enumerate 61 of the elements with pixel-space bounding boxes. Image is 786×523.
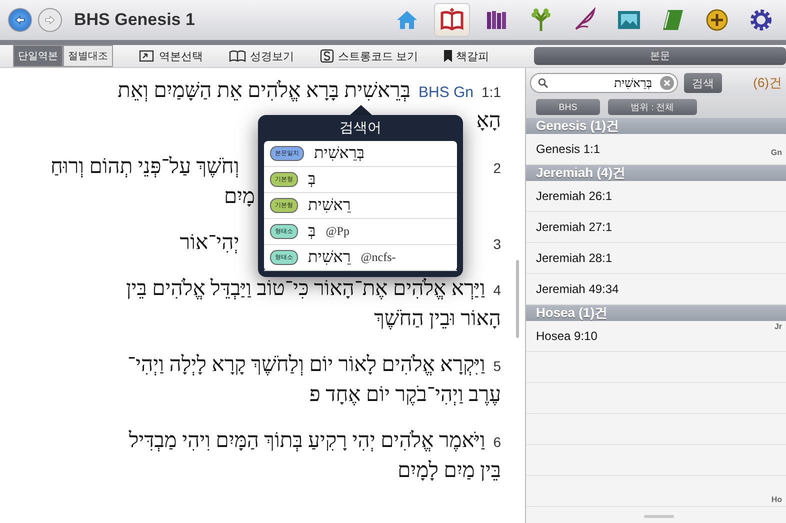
verse-text: הָאָ bbox=[476, 108, 501, 133]
open-book-icon[interactable] bbox=[434, 3, 470, 37]
open-book-icon bbox=[229, 50, 246, 62]
section-index-letter[interactable]: Ho bbox=[771, 495, 782, 504]
section-header: Genesis (1)건 bbox=[526, 118, 786, 134]
verse-reference: BHS Gn bbox=[418, 84, 474, 101]
morph-code: @ncfs- bbox=[360, 250, 396, 265]
bible-action-button[interactable]: 성경보기 bbox=[229, 48, 294, 64]
morph-code: @Pp bbox=[326, 224, 350, 239]
text-tab-button[interactable]: 본문 bbox=[534, 47, 786, 65]
s-letter-icon bbox=[320, 49, 334, 63]
verse-number: 3 bbox=[493, 236, 501, 252]
hebrew-term: בְּ bbox=[308, 222, 316, 240]
bookmark-action-button[interactable]: 책갈피 bbox=[444, 48, 490, 64]
result-row[interactable]: Jeremiah 26:1 bbox=[526, 181, 786, 212]
search-box[interactable]: בְּרֵאשִׁית bbox=[530, 73, 678, 93]
search-button[interactable]: 검색 bbox=[684, 73, 722, 93]
right-arrow-icon bbox=[45, 14, 55, 26]
verse-number: 1:1 bbox=[482, 84, 501, 100]
verse-text: בְּרֵאשִׁית בָּרָא אֱלֹהִים אֵת הַשָּׁמַיִם וְאֵת bbox=[118, 78, 410, 103]
hebrew-term: רֵאשִׁית bbox=[308, 196, 351, 214]
view-toggle-tab[interactable]: 단일역본 bbox=[13, 45, 63, 67]
bookmark-icon bbox=[444, 50, 452, 62]
popover-title: 검색어 bbox=[338, 118, 382, 137]
verse-text: הָאוֹר וּבֵין הַחֹשֶׁךְ bbox=[374, 306, 501, 331]
version-filter-button[interactable]: BHS bbox=[536, 99, 600, 115]
clear-icon[interactable] bbox=[660, 76, 674, 90]
result-count: (6)건 bbox=[753, 74, 782, 92]
search-icon bbox=[538, 78, 548, 88]
result-row[interactable]: Jeremiah 27:1 bbox=[526, 212, 786, 243]
verse-text: וְחֹשֶׁךְ עַל־פְּנֵי תְהוֹם וְרוּחַ bbox=[50, 154, 240, 179]
section-header: Hosea (1)건 bbox=[526, 305, 786, 321]
drag-handle[interactable] bbox=[644, 515, 674, 518]
hebrew-term: בְּ bbox=[308, 170, 316, 188]
range-filter-button[interactable]: 범위 : 전체 bbox=[608, 99, 697, 115]
verse-number: 4 bbox=[493, 282, 501, 298]
verse-number: 6 bbox=[493, 434, 501, 450]
window-title: BHS Genesis 1 bbox=[74, 10, 195, 30]
forward-button[interactable] bbox=[38, 8, 62, 32]
verse-text: עֶרֶב וַיְהִי־בֹקֶר יוֹם אֶחָד פ bbox=[309, 382, 501, 407]
search-input[interactable]: בְּרֵאשִׁית bbox=[552, 76, 652, 90]
strong-action-button[interactable]: 스트롱코드 보기 bbox=[320, 48, 418, 64]
section-header: Jeremiah (4)건 bbox=[526, 165, 786, 181]
verse-text: בֵּין מַיִם לָמָיִם bbox=[398, 458, 501, 483]
section-index-letter[interactable]: Gn bbox=[770, 148, 782, 157]
verse-text: וַיַּרְא אֱלֹהִים אֶת־הָאוֹר כִּי־טוֹב וַיַּבְדֵּל אֱלֹהִים בֵּין bbox=[126, 276, 486, 301]
back-button[interactable] bbox=[8, 8, 32, 32]
hebrew-term: בְּרֵאשִׁית bbox=[314, 144, 364, 162]
window-icon bbox=[139, 50, 155, 62]
view-toggle-tab[interactable]: 절별대조 bbox=[63, 45, 113, 67]
version-action-button[interactable]: 역본선택 bbox=[139, 48, 203, 64]
verse-text: וַיִּקְרָא אֱלֹהִים לָאוֹר יוֹם וְלַחֹשֶׁךְ קָרָא לָיְלָה וַיְהִי־ bbox=[128, 352, 486, 377]
hebrew-term: רֵאשִׁית bbox=[308, 248, 351, 266]
verse-text: מָיִם bbox=[224, 184, 255, 209]
verse-number: 5 bbox=[493, 358, 501, 374]
result-row[interactable]: Jeremiah 28:1 bbox=[526, 243, 786, 274]
verse-text: יְהִי־אוֹר bbox=[180, 230, 240, 255]
left-arrow-icon bbox=[15, 14, 25, 26]
verse-number: 2 bbox=[493, 160, 501, 176]
verse-text: וַיֹּאמֶר אֱלֹהִים יְהִי רָקִיעַ בְּתוֹךְ הַמָּיִם וִיהִי מַבְדִּיל bbox=[128, 428, 486, 453]
section-index-letter[interactable]: Jr bbox=[774, 322, 782, 330]
